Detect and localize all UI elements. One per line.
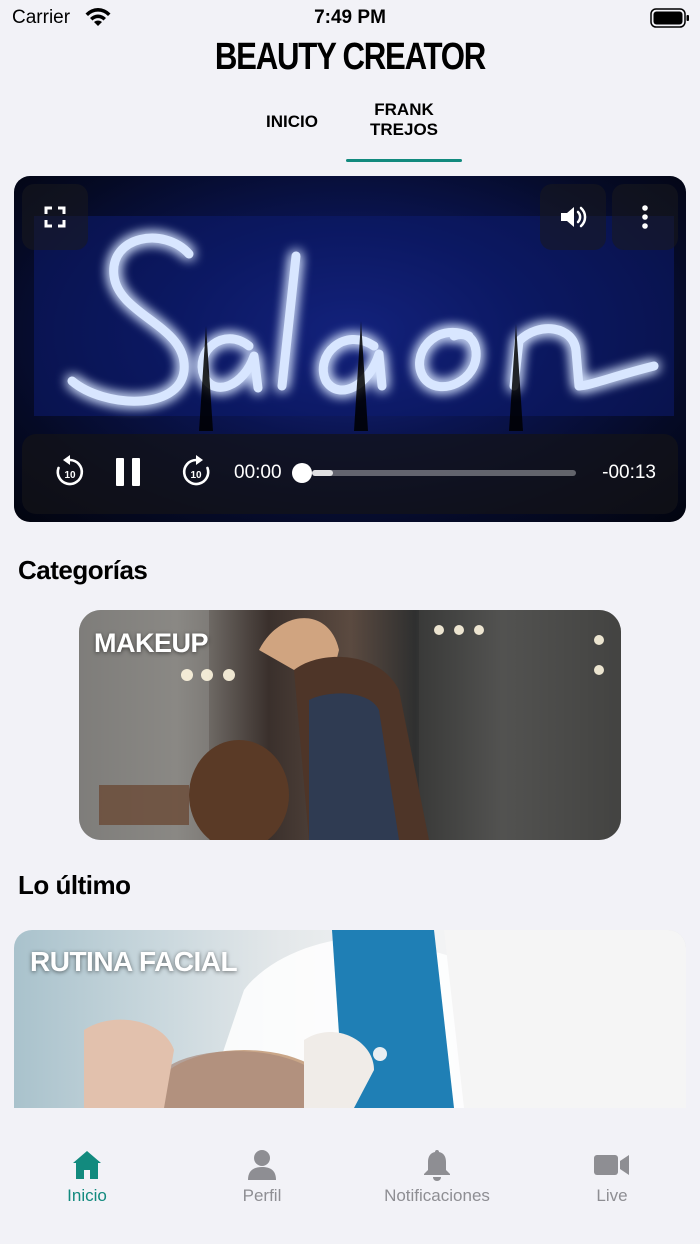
nav-notificaciones-label: Notificaciones [384, 1186, 490, 1205]
current-time: 00:00 [234, 462, 282, 483]
makeup-card-title: MAKEUP [94, 628, 209, 658]
app-title: BEAUTY CREATOR [214, 36, 486, 78]
person-icon [248, 1150, 276, 1180]
tab-inicio[interactable]: INICIO [252, 112, 332, 132]
tab-frank-trejos[interactable]: FRANK TREJOS [346, 100, 462, 140]
bell-icon [424, 1150, 450, 1181]
top-tabs: INICIO FRANK TREJOS [0, 100, 700, 164]
skip-back-button[interactable]: 10 [50, 452, 90, 497]
skip-back-seconds: 10 [64, 470, 76, 481]
nav-live-label: Live [596, 1186, 628, 1205]
home-icon [73, 1151, 101, 1179]
active-tab-indicator [346, 159, 462, 162]
nav-inicio-label: Inicio [67, 1186, 107, 1205]
battery-icon [650, 8, 689, 28]
playback-controls: 10 10 00:00 -00:13 [22, 434, 678, 514]
more-vertical-icon [642, 205, 648, 229]
pause-icon [116, 458, 140, 486]
progress-fill [312, 470, 334, 476]
tab-inicio-label: INICIO [266, 112, 318, 131]
tab-frank-label-line1: FRANK [374, 100, 434, 119]
more-options-button[interactable] [612, 184, 678, 250]
latest-card-facial-routine[interactable]: RUTINA FACIAL [14, 930, 686, 1108]
forward-10-icon: 10 [182, 455, 210, 486]
nav-inicio[interactable]: Inicio [27, 1148, 147, 1206]
tab-frank-label-line2: TREJOS [369, 120, 439, 139]
pause-button[interactable] [114, 456, 142, 493]
skip-forward-seconds: 10 [190, 470, 202, 481]
progress-track[interactable] [312, 470, 576, 476]
speaker-icon [561, 206, 587, 228]
category-card-makeup[interactable]: MAKEUP [79, 610, 621, 840]
status-time: 7:49 PM [314, 7, 386, 28]
nav-live[interactable]: Live [552, 1148, 672, 1206]
volume-button[interactable] [540, 184, 606, 250]
video-player[interactable]: 10 10 00:00 -00:13 [14, 176, 686, 522]
video-camera-icon [594, 1155, 629, 1175]
nav-perfil[interactable]: Perfil [202, 1148, 322, 1206]
facial-card-title: RUTINA FACIAL [30, 946, 238, 977]
bottom-tab-bar: Inicio Perfil Notificaciones Live [0, 1110, 700, 1244]
fullscreen-button[interactable] [22, 184, 88, 250]
rewind-10-icon: 10 [56, 455, 84, 486]
nav-perfil-label: Perfil [242, 1186, 282, 1205]
status-bar: Carrier 7:49 PM [0, 0, 700, 36]
latest-heading: Lo último [18, 870, 131, 900]
progress-knob[interactable] [292, 463, 312, 483]
nav-notificaciones[interactable]: Notificaciones [377, 1148, 497, 1206]
fullscreen-icon [44, 206, 66, 228]
skip-forward-button[interactable]: 10 [176, 452, 216, 497]
categories-heading: Categorías [18, 555, 148, 585]
remaining-time: -00:13 [602, 462, 656, 483]
